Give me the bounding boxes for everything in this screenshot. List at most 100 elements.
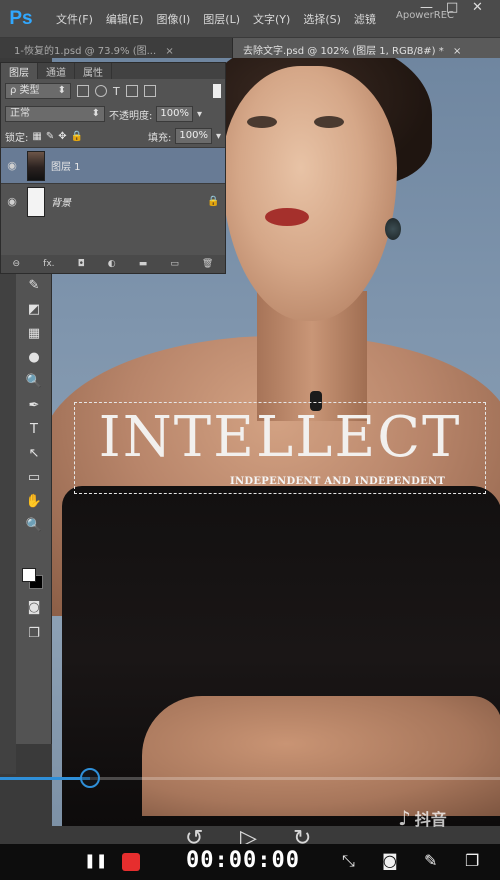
photo-face bbox=[222, 66, 397, 321]
tab-close-icon[interactable]: × bbox=[453, 46, 461, 57]
link-icon[interactable]: ⊖ bbox=[13, 259, 21, 269]
playback-scrubber[interactable] bbox=[0, 768, 500, 788]
tab-document-1[interactable]: 1-恢复的1.psd @ 73.9% (图... × bbox=[0, 38, 232, 58]
fullscreen-icon[interactable]: ⤡ bbox=[342, 851, 355, 871]
type-filter-icon[interactable]: T bbox=[113, 85, 120, 98]
quick-mask-icon[interactable]: ◙ bbox=[16, 596, 52, 620]
layer-thumbnail bbox=[27, 186, 45, 217]
douyin-logo-icon: ♪ bbox=[398, 806, 411, 830]
zoom-tool-icon[interactable]: 🔍 bbox=[16, 514, 52, 538]
layer-name[interactable]: 背景 bbox=[51, 194, 207, 209]
chevron-down-icon[interactable]: ▾ bbox=[216, 131, 221, 142]
douyin-watermark: ♪ 抖音 bbox=[398, 806, 447, 830]
tab-document-2[interactable]: 去除文字.psd @ 102% (图层 1, RGB/8#) * × bbox=[232, 38, 500, 58]
adjustment-icon[interactable]: ◐ bbox=[108, 259, 116, 269]
minimize-icon[interactable]: — bbox=[420, 0, 433, 20]
tab-label: 去除文字.psd @ 102% (图层 1, RGB/8#) * bbox=[243, 46, 444, 57]
document-tabs: 1-恢复的1.psd @ 73.9% (图... × 去除文字.psd @ 10… bbox=[0, 38, 500, 58]
menu-select[interactable]: 选择(S) bbox=[303, 11, 341, 27]
layer-thumbnail bbox=[27, 150, 45, 181]
blur-tool-icon[interactable]: ● bbox=[16, 346, 52, 370]
photo-arm bbox=[142, 696, 500, 816]
left-strip bbox=[0, 274, 16, 774]
rectangle-tool-icon[interactable]: ▭ bbox=[16, 466, 52, 490]
tab-layers[interactable]: 图层 bbox=[1, 63, 38, 79]
smart-filter-icon[interactable] bbox=[143, 85, 156, 97]
pause-icon[interactable]: ❚❚ bbox=[84, 853, 107, 873]
window-icon[interactable]: ❐ bbox=[465, 851, 479, 870]
tab-properties[interactable]: 属性 bbox=[75, 63, 112, 79]
photoshop-logo: Ps bbox=[9, 7, 33, 29]
scrubber-handle[interactable] bbox=[80, 768, 100, 788]
menu-type[interactable]: 文字(Y) bbox=[253, 11, 290, 27]
menu-edit[interactable]: 编辑(E) bbox=[106, 11, 144, 27]
close-icon[interactable]: ✕ bbox=[472, 0, 483, 20]
tools-panel: ✎ ◩ ▦ ● 🔍 ✒ T ↖ ▭ ✋ 🔍 ◙ ❐ bbox=[16, 274, 52, 744]
photo-lips bbox=[265, 208, 309, 226]
chevron-down-icon[interactable]: ▾ bbox=[197, 109, 202, 120]
pen-tool-icon[interactable]: ✒ bbox=[16, 394, 52, 418]
type-tool-icon[interactable]: T bbox=[16, 418, 52, 442]
dodge-tool-icon[interactable]: 🔍 bbox=[16, 370, 52, 394]
layer-row-layer1[interactable]: ◉ 图层 1 bbox=[1, 147, 225, 183]
trash-icon[interactable]: 🗑 bbox=[202, 259, 213, 269]
mask-icon[interactable]: ◘ bbox=[78, 259, 85, 269]
lock-icon: 🔒 bbox=[207, 196, 220, 207]
lock-label: 锁定: bbox=[5, 132, 29, 144]
menu-layer[interactable]: 图层(L) bbox=[203, 11, 240, 27]
tab-channels[interactable]: 通道 bbox=[38, 63, 75, 79]
eraser-tool-icon[interactable]: ◩ bbox=[16, 298, 52, 322]
visibility-eye-icon[interactable]: ◉ bbox=[1, 195, 23, 208]
brush-tool-icon[interactable]: ✎ bbox=[16, 274, 52, 298]
maximize-icon[interactable]: □ bbox=[446, 0, 458, 20]
photo-eye-right bbox=[314, 116, 344, 128]
fx-icon[interactable]: fx. bbox=[43, 259, 54, 269]
lock-pixels-icon[interactable]: ▦ bbox=[32, 131, 41, 142]
photo-earring bbox=[385, 218, 401, 240]
filter-label: ρ 类型 bbox=[10, 85, 40, 96]
tab-close-icon[interactable]: × bbox=[165, 46, 173, 57]
camera-icon[interactable]: ◙ bbox=[382, 851, 398, 870]
opacity-field[interactable]: 100% bbox=[156, 106, 193, 122]
blend-row: 正常 ⬍ 不透明度: 100% ▾ bbox=[1, 103, 225, 125]
adjust-filter-icon[interactable] bbox=[95, 85, 107, 97]
layers-panel-footer: ⊖ fx. ◘ ◐ ▬ ▭ 🗑 bbox=[1, 255, 225, 273]
menu-image[interactable]: 图像(I) bbox=[156, 11, 190, 27]
fill-field[interactable]: 100% bbox=[175, 128, 212, 144]
screen-mode-icon[interactable]: ❐ bbox=[16, 622, 52, 646]
new-layer-icon[interactable]: ▭ bbox=[170, 259, 179, 269]
stop-record-icon[interactable] bbox=[122, 853, 142, 873]
layer-filter-select[interactable]: ρ 类型 ⬍ bbox=[5, 83, 71, 99]
hand-tool-icon[interactable]: ✋ bbox=[16, 490, 52, 514]
canvas-subline: INDEPENDENT AND INDEPENDENT bbox=[230, 476, 446, 487]
chevron-down-icon: ⬍ bbox=[57, 85, 66, 96]
shape-filter-icon[interactable] bbox=[125, 85, 138, 97]
visibility-eye-icon[interactable]: ◉ bbox=[1, 159, 23, 172]
brand-text: 抖音 bbox=[414, 810, 447, 829]
menu-file[interactable]: 文件(F) bbox=[56, 11, 93, 27]
fill-label: 填充: bbox=[148, 132, 172, 144]
menu-bar: Ps 文件(F) 编辑(E) 图像(I) 图层(L) 文字(Y) 选择(S) 滤… bbox=[0, 0, 500, 38]
menu-filter[interactable]: 滤镜 bbox=[354, 11, 376, 27]
layer-name[interactable]: 图层 1 bbox=[51, 158, 225, 173]
pixel-filter-icon[interactable] bbox=[77, 85, 89, 97]
tab-label: 1-恢复的1.psd @ 73.9% (图... bbox=[14, 46, 157, 57]
annotate-pen-icon[interactable]: ✎ bbox=[424, 851, 437, 870]
photo-eye-left bbox=[247, 116, 277, 128]
scrubber-progress bbox=[0, 777, 90, 780]
lock-move-icon[interactable]: ✥ bbox=[58, 131, 66, 142]
folder-icon[interactable]: ▬ bbox=[139, 259, 148, 269]
lock-all-icon[interactable]: 🔒 bbox=[71, 131, 83, 142]
blend-mode-select[interactable]: 正常 ⬍ bbox=[5, 106, 105, 122]
lock-brush-icon[interactable]: ✎ bbox=[46, 131, 54, 142]
canvas-headline: INTELLECT bbox=[98, 405, 462, 470]
filter-toggle-icon[interactable] bbox=[213, 84, 221, 98]
record-timer: 00:00:00 bbox=[186, 848, 300, 873]
gradient-tool-icon[interactable]: ▦ bbox=[16, 322, 52, 346]
opacity-label: 不透明度: bbox=[109, 110, 153, 122]
foreground-color-swatch[interactable] bbox=[22, 568, 36, 582]
layer-row-background[interactable]: ◉ 背景 🔒 bbox=[1, 183, 225, 219]
layer-filter-row: ρ 类型 ⬍ T bbox=[1, 79, 225, 103]
path-select-tool-icon[interactable]: ↖ bbox=[16, 442, 52, 466]
layers-panel: 图层 通道 属性 ρ 类型 ⬍ T 正常 ⬍ 不透明度: 100% ▾ 锁定: … bbox=[0, 62, 226, 274]
